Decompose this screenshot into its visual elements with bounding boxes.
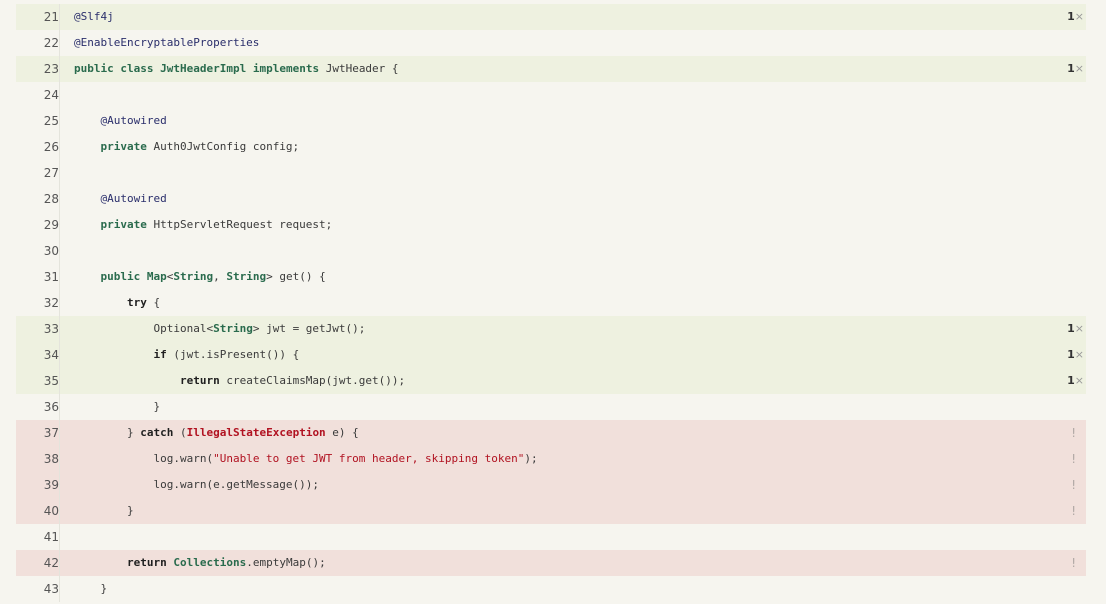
line-number[interactable]: 25 <box>16 108 60 134</box>
code-line-24: 24 <box>16 82 1086 108</box>
line-number[interactable]: 24 <box>16 82 60 108</box>
line-number[interactable]: 26 <box>16 134 60 160</box>
code-text: @Slf4j <box>74 10 114 23</box>
code-line-27: 27 <box>16 160 1086 186</box>
line-number[interactable]: 30 <box>16 238 60 264</box>
code-line-41: 41 <box>16 524 1086 550</box>
code-line-28: 28 @Autowired <box>16 186 1086 212</box>
code-line-43: 43 } <box>16 576 1086 602</box>
code-text: if (jwt.isPresent()) { <box>153 348 300 361</box>
line-number[interactable]: 23 <box>16 56 60 82</box>
line-number[interactable]: 33 <box>16 316 60 342</box>
code-line-31: 31 public Map<String, String> get() { <box>16 264 1086 290</box>
code-text: @Autowired <box>100 192 167 205</box>
line-number[interactable]: 38 <box>16 446 60 472</box>
code-line-30: 30 <box>16 238 1086 264</box>
code-line-23: 23 public class JwtHeaderImpl implements … <box>16 56 1086 82</box>
code-text: return createClaimsMap(jwt.get()); <box>179 374 406 387</box>
code-line-40: 40 }! <box>16 498 1086 524</box>
code-text: log.warn("Unable to get JWT from header,… <box>74 452 538 465</box>
line-number[interactable]: 34 <box>16 342 60 368</box>
line-number[interactable]: 31 <box>16 264 60 290</box>
code-line-37: 37 } catch (IllegalStateException e) {! <box>16 420 1086 446</box>
code-text: @EnableEncryptableProperties <box>74 36 260 49</box>
code-text: log.warn(e.getMessage()); <box>74 478 320 491</box>
code-text: private Auth0JwtConfig config; <box>100 140 300 153</box>
line-number[interactable]: 28 <box>16 186 60 212</box>
line-number[interactable]: 37 <box>16 420 60 446</box>
line-number[interactable]: 29 <box>16 212 60 238</box>
code-text: } <box>74 400 161 413</box>
uncovered-marker: ! <box>1071 452 1076 466</box>
line-number[interactable]: 42 <box>16 550 60 576</box>
code-text: Optional<String> jwt = getJwt(); <box>74 322 366 335</box>
uncovered-marker: ! <box>1071 556 1076 570</box>
hit-count-badge: 1× <box>1067 348 1084 361</box>
code-line-34: 34 if (jwt.isPresent()) { 1× <box>16 342 1086 368</box>
line-number[interactable]: 21 <box>16 4 60 30</box>
code-line-39: 39 log.warn(e.getMessage());! <box>16 472 1086 498</box>
code-line-36: 36 } <box>16 394 1086 420</box>
code-text: @Autowired <box>100 114 167 127</box>
code-text: try { <box>126 296 161 309</box>
code-line-25: 25 @Autowired <box>16 108 1086 134</box>
uncovered-marker: ! <box>1071 478 1076 492</box>
code-line-33: 33 Optional<String> jwt = getJwt(); 1× <box>16 316 1086 342</box>
uncovered-marker: ! <box>1071 504 1076 518</box>
line-number[interactable]: 27 <box>16 160 60 186</box>
line-number[interactable]: 36 <box>16 394 60 420</box>
line-number[interactable]: 32 <box>16 290 60 316</box>
code-text: } <box>74 582 108 595</box>
code-text: } <box>74 504 134 517</box>
line-number[interactable]: 41 <box>16 524 60 550</box>
code-text: private HttpServletRequest request; <box>100 218 333 231</box>
code-text: public Map<String, String> get() { <box>100 270 326 283</box>
line-number[interactable]: 43 <box>16 576 60 602</box>
line-number[interactable]: 40 <box>16 498 60 524</box>
hit-count-badge: 1× <box>1067 10 1084 23</box>
code-line-21: 21 @Slf4j 1× <box>16 4 1086 30</box>
code-line-22: 22 @EnableEncryptableProperties <box>16 30 1086 56</box>
code-text: public class JwtHeaderImpl implements Jw… <box>74 62 399 75</box>
hit-count-badge: 1× <box>1067 62 1084 75</box>
uncovered-marker: ! <box>1071 426 1076 440</box>
hit-count-badge: 1× <box>1067 374 1084 387</box>
coverage-source-viewer: 21 @Slf4j 1× 22 @EnableEncryptableProperties… <box>0 0 1106 604</box>
code-line-42: 42 return Collections.emptyMap();! <box>16 550 1086 576</box>
code-text: return Collections.emptyMap(); <box>126 556 326 569</box>
code-line-35: 35 return createClaimsMap(jwt.get()); 1× <box>16 368 1086 394</box>
code-text: } catch (IllegalStateException e) { <box>74 426 359 439</box>
code-line-26: 26 private Auth0JwtConfig config; <box>16 134 1086 160</box>
code-line-29: 29 private HttpServletRequest request; <box>16 212 1086 238</box>
line-number[interactable]: 35 <box>16 368 60 394</box>
code-line-38: 38 log.warn("Unable to get JWT from head… <box>16 446 1086 472</box>
code-line-32: 32 try { <box>16 290 1086 316</box>
hit-count-badge: 1× <box>1067 322 1084 335</box>
line-number[interactable]: 22 <box>16 30 60 56</box>
line-number[interactable]: 39 <box>16 472 60 498</box>
